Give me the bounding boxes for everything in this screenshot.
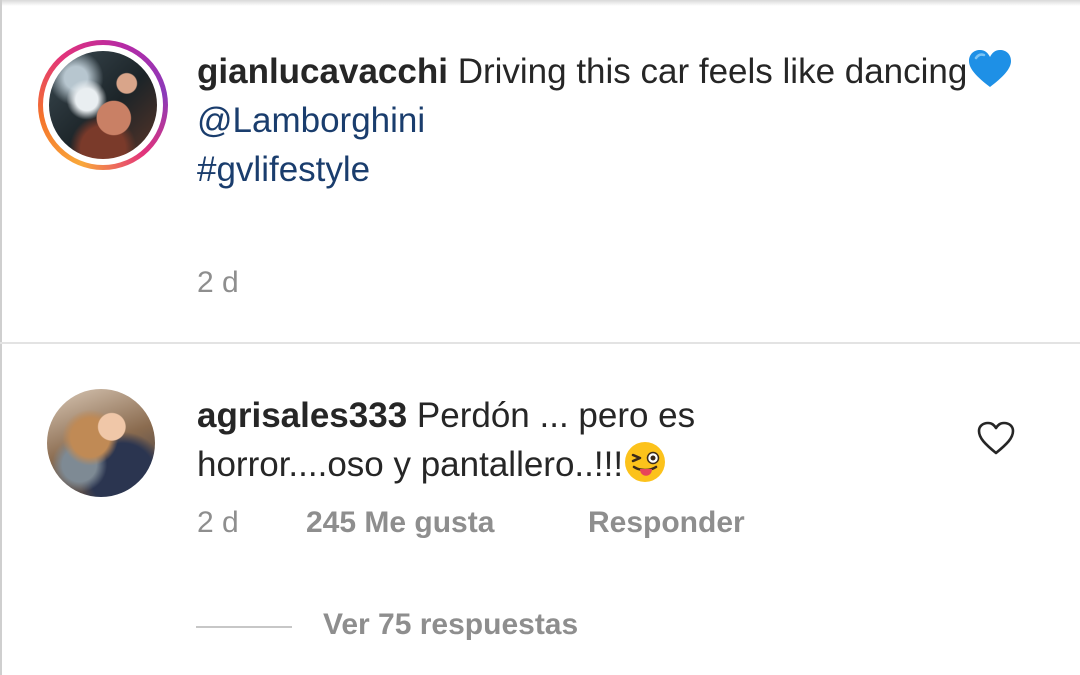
caption-text: Driving this car feels like dancing xyxy=(457,52,968,91)
reply-button[interactable]: Responder xyxy=(588,506,745,540)
caption-mention[interactable]: @Lamborghini xyxy=(197,101,425,140)
replies-divider xyxy=(196,626,292,628)
post-caption: gianlucavacchi Driving this car feels li… xyxy=(0,0,1080,344)
comments-screen: gianlucavacchi Driving this car feels li… xyxy=(0,0,1080,675)
caption-username[interactable]: gianlucavacchi xyxy=(197,52,448,91)
like-heart-icon[interactable] xyxy=(976,420,1016,456)
winking-tongue-face-icon xyxy=(625,442,666,482)
comment-item: agrisales333 Perdón ... pero es horror..… xyxy=(0,344,1080,675)
comment-likes-count[interactable]: 245 Me gusta xyxy=(306,506,494,540)
comment-time: 2 d xyxy=(197,506,239,539)
caption-text-block: gianlucavacchi Driving this car feels li… xyxy=(197,47,1017,194)
view-replies-label: Ver 75 respuestas xyxy=(323,608,579,641)
caption-time: 2 d xyxy=(197,266,239,299)
blue-heart-icon xyxy=(969,50,1012,87)
comment-username[interactable]: agrisales333 xyxy=(197,396,407,435)
avatar-photo xyxy=(49,51,157,159)
caption-hashtag[interactable]: #gvlifestyle xyxy=(197,150,370,189)
comment-avatar[interactable] xyxy=(47,389,155,497)
comment-text-block: agrisales333 Perdón ... pero es horror..… xyxy=(197,391,717,489)
caption-avatar[interactable] xyxy=(38,40,168,170)
